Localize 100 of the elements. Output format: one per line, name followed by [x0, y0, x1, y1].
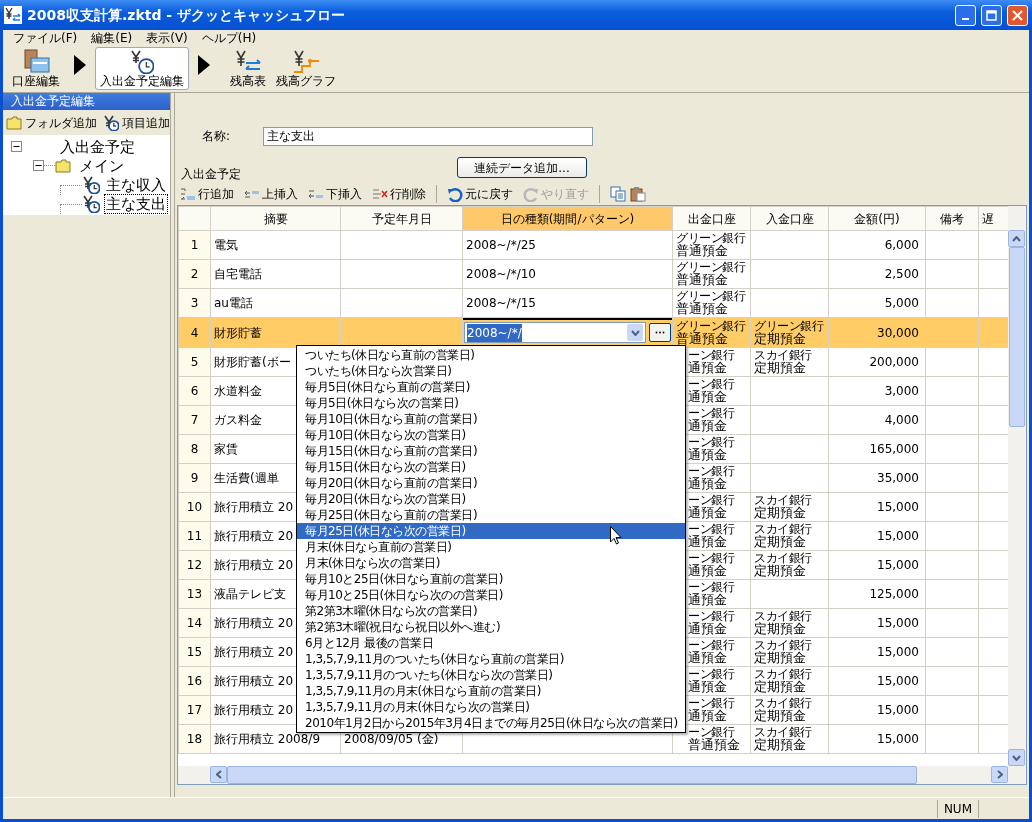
- table-row[interactable]: 4 財形貯蓄 2008~/*/ グリーン銀行 普通預金 グリーン銀行 定期預金 30,000: [178, 317, 1008, 348]
- folder-icon: [55, 158, 71, 173]
- dropdown-arrow-button[interactable]: [627, 324, 643, 341]
- account-cell: スカイ銀行 定期預金: [750, 724, 829, 754]
- amount-cell: 4,000: [828, 405, 926, 435]
- menu-item[interactable]: ヘルプ(H): [195, 30, 265, 47]
- table-cell: 自宅電話: [210, 259, 341, 289]
- menu-item[interactable]: ファイル(F): [7, 30, 86, 47]
- table-cell: 2008~/*/10: [462, 259, 673, 289]
- account-cell: スカイ銀行 定期預金: [750, 695, 829, 725]
- sidebar-action-button[interactable]: 項目追加: [103, 113, 170, 132]
- tree-item[interactable]: 主な収入: [104, 174, 168, 195]
- app-icon: [4, 6, 22, 24]
- account-cell: スカイ銀行 定期預金: [750, 637, 829, 667]
- section-label: 入出金予定: [181, 166, 242, 183]
- amount-cell: 125,000: [828, 579, 926, 609]
- row-number: 6: [178, 376, 211, 406]
- yen-clock-icon: [130, 50, 154, 74]
- toolbar-button[interactable]: 入出金予定編集: [95, 47, 189, 90]
- tree-item[interactable]: 主な支出: [104, 193, 168, 214]
- account-cell: グリーン銀行 普通預金: [672, 259, 751, 289]
- row-number: 5: [178, 347, 211, 377]
- minimize-icon: [962, 18, 969, 20]
- delete-row-icon: [372, 186, 388, 202]
- amount-cell: 15,000: [828, 521, 926, 551]
- column-header[interactable]: 出金口座: [672, 206, 751, 231]
- row-number: 10: [178, 492, 211, 522]
- account-cell: スカイ銀行 定期預金: [750, 347, 829, 377]
- amount-cell: 30,000: [828, 317, 926, 348]
- account-cell: グリーン銀行 普通預金: [672, 317, 751, 348]
- tree-item[interactable]: 入出金予定: [58, 136, 137, 157]
- expander-icon[interactable]: [11, 141, 22, 152]
- dropdown-option[interactable]: 毎月25日(休日なら次の営業日): [297, 523, 685, 539]
- undo-icon: [447, 186, 463, 202]
- close-button[interactable]: [1007, 4, 1028, 26]
- amount-cell: 165,000: [828, 434, 926, 464]
- row-number: 4: [178, 317, 211, 348]
- ellipsis-button[interactable]: [649, 323, 671, 342]
- amount-cell: 15,000: [828, 492, 926, 522]
- expander-icon[interactable]: [33, 160, 44, 171]
- copy-icon[interactable]: [610, 186, 626, 202]
- field-label: 名称:: [202, 128, 231, 145]
- amount-cell: 15,000: [828, 666, 926, 696]
- menu-item[interactable]: 表示(V): [140, 30, 196, 47]
- menu-item[interactable]: 編集(E): [85, 30, 141, 47]
- toolbar-button[interactable]: 残高グラフ: [271, 47, 341, 90]
- row-number: 3: [178, 288, 211, 318]
- account-cell: グリーン銀行 普通預金: [672, 230, 751, 260]
- table-row[interactable]: 1 電気 2008~/*/25 グリーン銀行 普通預金 6,000: [178, 230, 1008, 260]
- table-row[interactable]: 2 自宅電話 2008~/*/10 グリーン銀行 普通預金 2,500: [178, 259, 1008, 289]
- amount-cell: 6,000: [828, 230, 926, 260]
- sidebar-action-button[interactable]: フォルダ追加: [6, 113, 97, 132]
- row-number: 18: [178, 724, 211, 754]
- vertical-scrollbar[interactable]: [1008, 206, 1026, 766]
- column-header[interactable]: 予定年月日: [340, 206, 463, 231]
- amount-cell: 5,000: [828, 288, 926, 318]
- triangle-arrow-icon: [73, 54, 87, 76]
- name-input-field[interactable]: 主な支出: [263, 126, 594, 146]
- row-number: 1: [178, 230, 211, 260]
- paste-icon[interactable]: [630, 186, 646, 202]
- table-row[interactable]: 3 au電話 2008~/*/15 グリーン銀行 普通預金 5,000: [178, 288, 1008, 318]
- column-header[interactable]: 摘要: [210, 206, 341, 231]
- row-number: 7: [178, 405, 211, 435]
- maximize-button[interactable]: [981, 4, 1002, 26]
- grid-toolbar-button[interactable]: 下挿入: [308, 185, 362, 203]
- grid-toolbar-button[interactable]: 行削除: [372, 185, 426, 203]
- yen-step-chart-icon: [292, 50, 320, 74]
- column-header[interactable]: 金額(円): [828, 206, 926, 231]
- minimize-button[interactable]: [955, 4, 976, 26]
- row-number: 12: [178, 550, 211, 580]
- folder-icon: [6, 115, 22, 130]
- horizontal-scrollbar[interactable]: [178, 766, 1026, 784]
- chevron-right-icon: [996, 770, 1003, 779]
- toolbar-button[interactable]: 残高表: [225, 47, 271, 90]
- grid-toolbar-button[interactable]: 行追加: [180, 185, 234, 203]
- add-series-button[interactable]: 連続データ追加...: [457, 157, 587, 178]
- grid-toolbar-button[interactable]: 上挿入: [244, 185, 298, 203]
- chevron-down-icon: [630, 329, 640, 336]
- amount-cell: 35,000: [828, 463, 926, 493]
- ledger-card-icon: [22, 48, 50, 74]
- column-header[interactable]: 備考: [925, 206, 979, 231]
- row-number: 17: [178, 695, 211, 725]
- amount-cell: 15,000: [828, 550, 926, 580]
- grid-toolbar-button[interactable]: 元に戻す: [447, 185, 513, 203]
- account-cell: スカイ銀行 定期預金: [750, 492, 829, 522]
- amount-cell: 15,000: [828, 695, 926, 725]
- amount-cell: 15,000: [828, 637, 926, 667]
- amount-cell: 3,000: [828, 376, 926, 406]
- amount-cell: 200,000: [828, 347, 926, 377]
- row-number: 11: [178, 521, 211, 551]
- amount-cell: 15,000: [828, 608, 926, 638]
- row-number: 16: [178, 666, 211, 696]
- column-header[interactable]: 入金口座: [750, 206, 829, 231]
- tree-item[interactable]: メイン: [77, 155, 126, 176]
- toolbar-button[interactable]: 口座編集: [7, 45, 65, 90]
- column-header[interactable]: 遅: [978, 206, 1008, 231]
- panel-header: 入出金予定編集: [3, 93, 170, 110]
- mouse-pointer-icon: [610, 526, 622, 545]
- column-header[interactable]: 日の種類(期間/パターン): [462, 206, 673, 231]
- row-number: 13: [178, 579, 211, 609]
